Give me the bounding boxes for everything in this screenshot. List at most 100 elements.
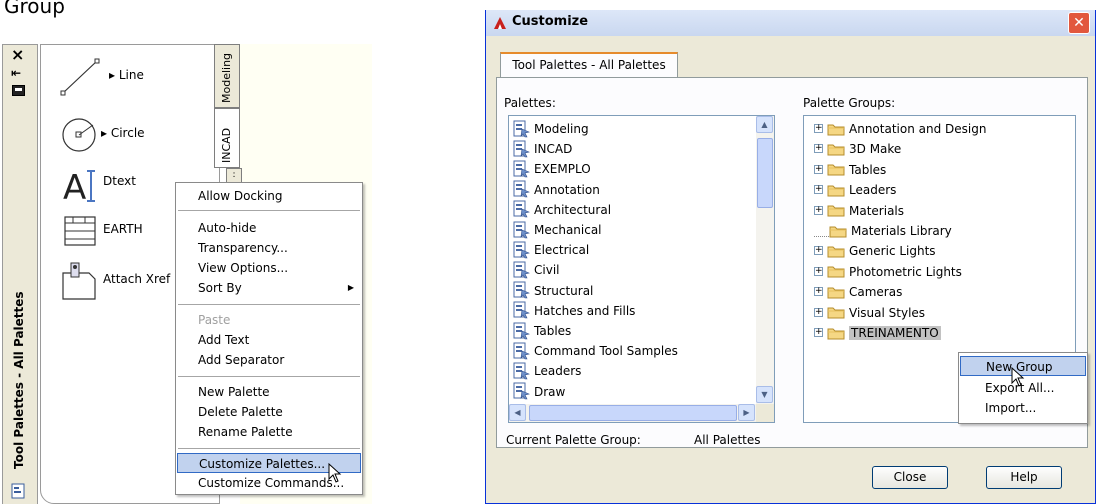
palettes-listbox[interactable]: Modeling INCAD EXEMPLO Annotation Architectu… bbox=[508, 115, 775, 423]
palette-group-node[interactable]: +3D Make bbox=[814, 139, 901, 159]
menu-item-transparency[interactable]: Transparency... bbox=[176, 238, 362, 258]
palette-list-item[interactable]: Modeling bbox=[513, 119, 589, 139]
palette-list-item[interactable]: Mechanical bbox=[513, 220, 602, 240]
palette-list-item-label: EXEMPLO bbox=[534, 162, 591, 177]
palette-list-item[interactable]: Architectural bbox=[513, 200, 611, 220]
expand-icon[interactable]: + bbox=[814, 328, 823, 337]
palette-group-node[interactable]: + Visual Styles bbox=[814, 303, 925, 323]
palette-icon bbox=[513, 342, 531, 360]
scroll-right-icon[interactable]: ▶ bbox=[738, 404, 755, 421]
menu-separator bbox=[178, 304, 360, 305]
palette-icon bbox=[513, 382, 531, 400]
menu-item-new-palette[interactable]: New Palette bbox=[176, 382, 362, 402]
menu-item-allow-docking[interactable]: Allow Docking bbox=[176, 186, 362, 206]
expand-icon[interactable]: + bbox=[814, 287, 823, 297]
palette-group-node[interactable]: + Annotation and Design bbox=[814, 119, 986, 139]
tab-modeling-label: Modeling bbox=[220, 52, 233, 103]
help-button[interactable]: Help bbox=[986, 466, 1062, 489]
palette-icon bbox=[513, 180, 531, 198]
palette-icon[interactable] bbox=[11, 483, 27, 499]
palette-group-node[interactable]: + Cameras bbox=[814, 282, 902, 302]
expand-icon[interactable]: + bbox=[814, 185, 823, 195]
tool-line[interactable]: ▸ Line bbox=[59, 53, 229, 97]
menu-item-view-options[interactable]: View Options... bbox=[176, 258, 362, 278]
palette-group-label: Generic Lights bbox=[849, 244, 936, 259]
close-button[interactable]: Close bbox=[872, 466, 948, 489]
palette-list-item[interactable]: Tables bbox=[513, 321, 571, 341]
expand-icon[interactable]: + bbox=[814, 266, 823, 276]
scroll-left-icon[interactable]: ◀ bbox=[509, 404, 526, 421]
menu-item-add-text[interactable]: Add Text bbox=[176, 330, 362, 350]
palettes-horizontal-scrollbar[interactable]: ◀ ▶ bbox=[509, 404, 756, 422]
palette-list-item[interactable]: Civil bbox=[513, 260, 559, 280]
palette-group-node[interactable]: + Generic Lights bbox=[814, 241, 936, 261]
palette-group-label: Materials Library bbox=[851, 224, 952, 238]
tab-modeling[interactable]: Modeling bbox=[214, 44, 240, 108]
close-icon[interactable]: ✕ bbox=[1068, 12, 1090, 34]
palette-list-item-label: Command Tool Samples bbox=[534, 344, 678, 359]
palette-group-node[interactable]: + Photometric Lights bbox=[814, 262, 962, 282]
folder-icon bbox=[827, 183, 845, 197]
tool-palette-title: Tool Palettes - All Palettes bbox=[3, 249, 39, 469]
submenu-arrow-icon: ▶ bbox=[347, 283, 354, 292]
palettes-vertical-scrollbar[interactable]: ▲ ▼ bbox=[756, 116, 774, 404]
tool-palette-titlebar[interactable]: × ⇤ Tool Palettes - All Palettes bbox=[2, 44, 38, 504]
scroll-up-icon[interactable]: ▲ bbox=[756, 116, 773, 133]
folder-icon bbox=[827, 326, 845, 340]
properties-icon[interactable] bbox=[12, 85, 25, 96]
palette-group-node[interactable]: + Leaders bbox=[814, 180, 896, 200]
menu-item-sort-by-label: Sort By bbox=[198, 281, 242, 295]
expand-icon[interactable]: + bbox=[814, 164, 823, 174]
tool-circle-label: Circle bbox=[110, 126, 145, 140]
tab-incad[interactable]: INCAD bbox=[214, 108, 240, 168]
close-icon[interactable]: × bbox=[11, 45, 24, 64]
palette-list-item[interactable]: Structural bbox=[513, 281, 593, 301]
menu-item-add-separator[interactable]: Add Separator bbox=[176, 350, 362, 370]
palette-group-node[interactable]: Materials Library bbox=[814, 221, 952, 241]
scroll-corner bbox=[756, 404, 774, 422]
palette-list-item[interactable]: Draw bbox=[513, 382, 565, 402]
palette-list-item[interactable]: Electrical bbox=[513, 240, 589, 260]
expand-icon[interactable]: + bbox=[814, 144, 823, 154]
autohide-icon[interactable]: ⇤ bbox=[11, 66, 21, 80]
palette-list-item[interactable]: EXEMPLO bbox=[513, 159, 591, 179]
dialog-title: Customize bbox=[512, 14, 589, 29]
palette-list-item[interactable]: INCAD bbox=[513, 139, 572, 159]
expand-icon[interactable]: + bbox=[814, 307, 823, 317]
menu-item-delete-palette[interactable]: Delete Palette bbox=[176, 402, 362, 422]
tool-circle[interactable]: ▸ Circle bbox=[59, 111, 229, 155]
palette-list-item[interactable]: Hatches and Fills bbox=[513, 301, 635, 321]
palette-group-label: Materials bbox=[849, 203, 905, 218]
scroll-thumb[interactable] bbox=[757, 138, 773, 208]
menu-item-auto-hide[interactable]: Auto-hide bbox=[176, 218, 362, 238]
palette-list-item[interactable]: Leaders bbox=[513, 361, 581, 381]
expand-icon[interactable]: + bbox=[814, 124, 823, 133]
palette-list-item[interactable]: Annotation bbox=[513, 180, 600, 200]
expand-icon[interactable]: + bbox=[814, 205, 823, 215]
autocad-app-icon bbox=[494, 17, 506, 29]
scroll-thumb[interactable] bbox=[529, 405, 737, 421]
expand-icon[interactable]: + bbox=[814, 246, 823, 256]
palette-group-node[interactable]: + Tables bbox=[814, 160, 886, 180]
palette-list-item[interactable]: Command Tool Samples bbox=[513, 341, 678, 361]
mouse-cursor-icon bbox=[328, 463, 342, 483]
palette-group-label: TREINAMENTO bbox=[849, 326, 941, 340]
menu-item-import[interactable]: Import... bbox=[959, 398, 1085, 418]
palette-context-menu: Allow Docking Auto-hide Transparency... … bbox=[175, 182, 363, 495]
menu-item-paste: Paste bbox=[198, 313, 231, 327]
dialog-titlebar[interactable]: Customize ✕ bbox=[486, 10, 1095, 36]
tool-line-label: Line bbox=[118, 68, 144, 82]
menu-item-sort-by[interactable]: Sort By ▶ bbox=[176, 278, 362, 298]
tab-tool-palettes[interactable]: Tool Palettes - All Palettes bbox=[500, 52, 678, 78]
mouse-cursor-icon bbox=[1011, 367, 1025, 387]
tab-incad-label: INCAD bbox=[220, 127, 233, 163]
menu-separator bbox=[178, 376, 360, 377]
palette-icon bbox=[513, 241, 531, 259]
text-tool-icon: A bbox=[63, 168, 95, 205]
palette-icon bbox=[513, 362, 531, 380]
folder-icon bbox=[827, 142, 845, 156]
palette-group-node[interactable]: + Materials bbox=[814, 201, 904, 221]
menu-item-rename-palette[interactable]: Rename Palette bbox=[176, 422, 362, 442]
palette-group-node[interactable]: + TREINAMENTO bbox=[814, 323, 941, 343]
scroll-down-icon[interactable]: ▼ bbox=[756, 386, 773, 403]
